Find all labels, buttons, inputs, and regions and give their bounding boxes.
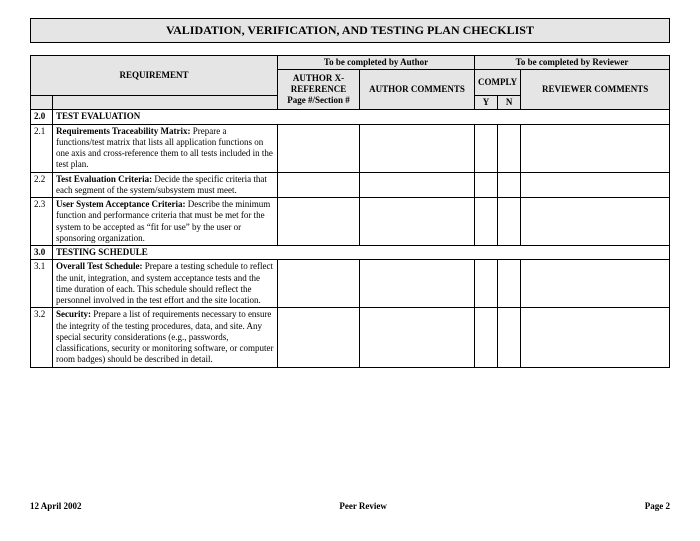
page-title: VALIDATION, VERIFICATION, AND TESTING PL…	[30, 18, 670, 43]
table-row: 2.2 Test Evaluation Criteria: Decide the…	[31, 172, 670, 198]
section-row: 3.0 TESTING SCHEDULE	[31, 246, 670, 260]
table-row: 2.3 User System Acceptance Criteria: Des…	[31, 198, 670, 246]
hdr-xref: AUTHOR X-REFERENCE Page #/Section #	[278, 70, 360, 110]
row-requirement: Requirements Traceability Matrix: Prepar…	[53, 124, 278, 172]
hdr-comply-y: Y	[475, 96, 498, 110]
footer-center: Peer Review	[339, 501, 387, 511]
hdr-comply-n: N	[498, 96, 521, 110]
row-num: 2.1	[31, 124, 53, 172]
section-row: 2.0 TEST EVALUATION	[31, 110, 670, 124]
footer-date: 12 April 2002	[30, 501, 82, 511]
section-label: TESTING SCHEDULE	[53, 246, 670, 260]
row-num: 2.3	[31, 198, 53, 246]
row-requirement: Overall Test Schedule: Prepare a testing…	[53, 260, 278, 308]
hdr-requirement: REQUIREMENT	[31, 56, 278, 96]
row-author-comments	[360, 124, 475, 172]
hdr-reviewer-comments: REVIEWER COMMENTS	[521, 70, 670, 110]
row-requirement: User System Acceptance Criteria: Describ…	[53, 198, 278, 246]
row-xref	[278, 124, 360, 172]
section-label: TEST EVALUATION	[53, 110, 670, 124]
row-num: 2.2	[31, 172, 53, 198]
row-num: 3.1	[31, 260, 53, 308]
row-num: 3.2	[31, 308, 53, 367]
table-row: 2.1 Requirements Traceability Matrix: Pr…	[31, 124, 670, 172]
row-requirement: Test Evaluation Criteria: Decide the spe…	[53, 172, 278, 198]
table-row: 3.2 Security: Prepare a list of requirem…	[31, 308, 670, 367]
row-reviewer-comments	[521, 124, 670, 172]
hdr-reviewer-group: To be completed by Reviewer	[475, 56, 670, 70]
table-row: 3.1 Overall Test Schedule: Prepare a tes…	[31, 260, 670, 308]
footer: 12 April 2002 Peer Review Page 2	[30, 501, 670, 511]
row-comply-n	[498, 124, 521, 172]
section-num: 3.0	[31, 246, 53, 260]
checklist-table: REQUIREMENT To be completed by Author To…	[30, 55, 670, 368]
footer-page: Page 2	[645, 501, 670, 511]
hdr-comply: COMPLY	[475, 70, 521, 96]
row-requirement: Security: Prepare a list of requirements…	[53, 308, 278, 367]
hdr-author-group: To be completed by Author	[278, 56, 475, 70]
hdr-author-comments: AUTHOR COMMENTS	[360, 70, 475, 110]
section-num: 2.0	[31, 110, 53, 124]
row-comply-y	[475, 124, 498, 172]
